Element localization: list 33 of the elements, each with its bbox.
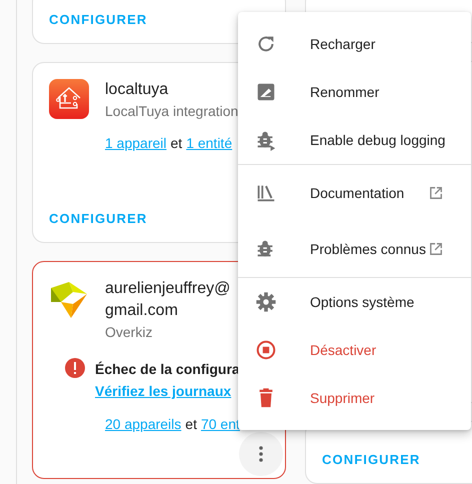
more-options-icon xyxy=(259,446,263,462)
integration-title: localtuya xyxy=(105,80,170,100)
external-link-icon xyxy=(429,242,443,256)
entities-link[interactable]: 1 entité xyxy=(186,135,232,151)
menu-item[interactable]: Documentation xyxy=(238,165,471,221)
menu-item[interactable]: Options système xyxy=(238,278,471,326)
bug-icon xyxy=(255,129,277,151)
integration-title: aurelienjeuffrey@ xyxy=(105,279,230,299)
menu-item[interactable]: Désactiver xyxy=(238,326,471,374)
menu-item[interactable]: Problèmes connus xyxy=(238,221,471,278)
check-logs-link[interactable]: Vérifiez les journaux xyxy=(95,380,240,402)
edit-icon xyxy=(255,81,277,103)
more-options-button[interactable] xyxy=(239,432,283,476)
configure-button[interactable]: CONFIGURER xyxy=(41,203,156,234)
settings-icon xyxy=(255,291,277,313)
integration-name: LocalTuya integration xyxy=(105,102,238,121)
menu-item[interactable]: Enable debug logging xyxy=(238,116,471,165)
devices-link[interactable]: 20 appareils xyxy=(105,416,182,432)
integration-title: gmail.com xyxy=(105,301,179,321)
configure-button[interactable]: CONFIGURER xyxy=(41,4,156,35)
integration-name: Overkiz xyxy=(105,323,154,342)
conjunction-text: et xyxy=(185,416,197,432)
devices-link[interactable]: 1 appareil xyxy=(105,135,166,151)
menu-item[interactable]: Renommer xyxy=(238,68,471,116)
external-link-icon xyxy=(429,186,443,200)
menu-item[interactable]: Recharger xyxy=(238,20,471,68)
house-circuit-logo-icon xyxy=(49,79,89,119)
error-icon xyxy=(65,358,85,378)
stop-circle-icon xyxy=(255,339,277,361)
menu-item[interactable]: Supprimer xyxy=(238,374,471,422)
error-message: Échec de la configura xyxy=(95,360,240,379)
configure-button[interactable]: CONFIGURER xyxy=(314,444,428,476)
conjunction-text: et xyxy=(170,135,182,151)
